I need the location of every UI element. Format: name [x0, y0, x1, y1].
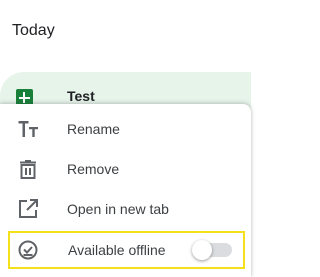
- menu-item-rename[interactable]: Rename: [0, 109, 251, 149]
- text-format-icon: [16, 117, 40, 141]
- menu-item-label: Remove: [67, 161, 120, 177]
- context-menu: Rename Remove Open in new tab Available …: [0, 104, 251, 277]
- trash-icon: [16, 157, 40, 181]
- menu-item-label: Available offline: [68, 242, 166, 258]
- offline-toggle[interactable]: [192, 240, 234, 260]
- menu-item-label: Open in new tab: [67, 201, 169, 217]
- toggle-thumb: [192, 240, 212, 260]
- section-heading: Today: [12, 22, 55, 39]
- menu-item-open-in-new-tab[interactable]: Open in new tab: [0, 189, 251, 229]
- offline-pin-icon: [16, 238, 40, 262]
- open-in-new-icon: [16, 197, 40, 221]
- file-name: Test: [67, 88, 95, 104]
- menu-item-available-offline[interactable]: Available offline: [8, 231, 245, 269]
- menu-item-label: Rename: [67, 121, 120, 137]
- menu-item-remove[interactable]: Remove: [0, 149, 251, 189]
